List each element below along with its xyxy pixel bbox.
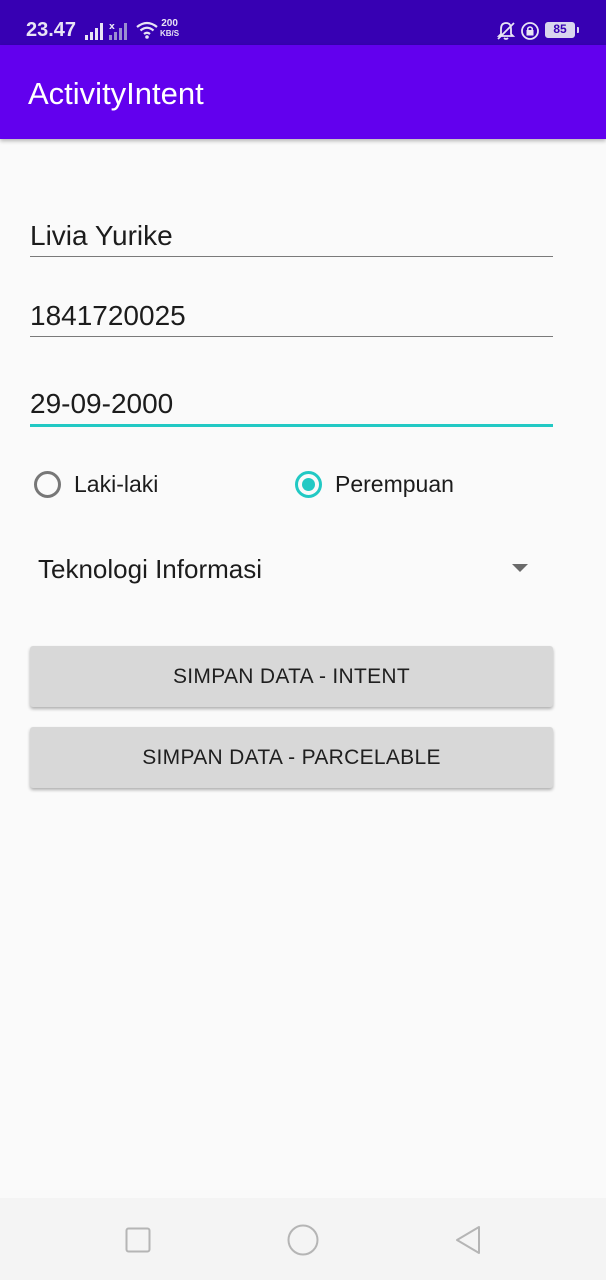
lock-icon [520,21,540,46]
svg-text:x: x [109,22,115,32]
date-input[interactable] [30,384,553,424]
back-button[interactable] [446,1220,490,1264]
radio-unchecked-icon [34,470,61,498]
radio-checked-icon [295,470,322,498]
home-button[interactable] [281,1220,325,1264]
wifi-icon [135,20,159,45]
bell-off-icon [496,21,516,46]
radio-label: Laki-laki [74,470,159,497]
dropdown-arrow-icon [512,564,528,572]
save-parcelable-button[interactable]: SIMPAN DATA - PARCELABLE [30,727,553,788]
battery-icon: 85 [545,22,579,38]
network-speed: 200 KB/S [160,19,179,39]
program-selected-value: Teknologi Informasi [38,554,262,584]
network-speed-unit: KB/S [160,29,180,38]
navigation-bar [0,1198,606,1280]
status-bar: 23.47 x 200 KB/S 85 [0,0,606,45]
program-spinner[interactable]: Teknologi Informasi [30,545,540,595]
recent-apps-button[interactable] [116,1220,160,1264]
nim-input[interactable] [30,296,553,336]
radio-label: Perempuan [335,470,454,497]
date-field-container [30,384,553,427]
radio-perempuan[interactable]: Perempuan [295,464,454,504]
app-title: ActivityIntent [28,76,204,111]
home-icon [287,1224,319,1261]
status-time: 23.47 [26,19,77,41]
nim-field-container [30,296,553,337]
signal-icon: x [85,21,129,46]
back-icon [454,1225,482,1260]
network-speed-value: 200 [161,18,178,29]
radio-laki-laki[interactable]: Laki-laki [34,464,158,504]
name-field-container [30,216,553,257]
save-intent-button[interactable]: SIMPAN DATA - INTENT [30,646,553,707]
app-bar: ActivityIntent [0,45,606,139]
name-input[interactable] [30,216,553,256]
recent-apps-icon [125,1227,151,1258]
